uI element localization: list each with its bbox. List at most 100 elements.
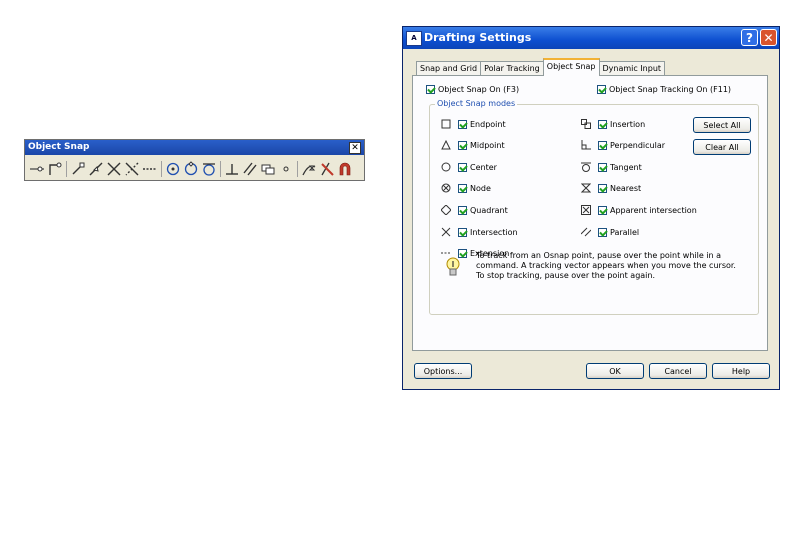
object-snap-on-label: Object Snap On (F3) — [438, 85, 520, 94]
nearest-label: Nearest — [610, 183, 642, 193]
mode-perpendicular[interactable]: Perpendicular — [580, 139, 665, 151]
insertion-icon — [580, 118, 592, 130]
app-icon: A — [406, 31, 422, 46]
quadrant-icon[interactable] — [183, 161, 199, 177]
tangent-label: Tangent — [610, 162, 642, 172]
parallel-label: Parallel — [610, 227, 640, 237]
tip-line: To stop tracking, pause over the point a… — [476, 271, 656, 280]
object-snap-on-checkbox[interactable] — [426, 85, 435, 94]
center-label: Center — [470, 162, 497, 172]
node-label: Node — [470, 183, 491, 193]
object-snap-panel: Object Snap On (F3) Object Snap Tracking… — [412, 75, 768, 351]
center-checkbox[interactable] — [458, 162, 467, 172]
quadrant-checkbox[interactable] — [458, 205, 467, 215]
tip-line: command. A tracking vector appears when … — [476, 261, 736, 270]
mode-apparent-intersection[interactable]: Apparent intersection — [580, 204, 697, 216]
tab-dynamic-input[interactable]: Dynamic Input — [598, 61, 666, 76]
clear-all-button[interactable]: Clear All — [693, 139, 751, 155]
mode-tangent[interactable]: Tangent — [580, 161, 642, 173]
object-snap-toolbar: Object Snap ✕ — [24, 139, 365, 181]
temporary-tracking-icon[interactable] — [29, 161, 45, 177]
tangent-icon[interactable] — [201, 161, 217, 177]
osnap-settings-icon[interactable] — [337, 161, 353, 177]
nearest-checkbox[interactable] — [598, 183, 607, 193]
quadrant-label: Quadrant — [470, 205, 508, 215]
close-title-button[interactable]: ✕ — [760, 29, 777, 46]
options-button[interactable]: Options... — [414, 363, 472, 379]
perpendicular-label: Perpendicular — [610, 140, 666, 150]
snap-from-icon[interactable] — [47, 161, 63, 177]
midpoint-icon[interactable] — [88, 161, 104, 177]
mode-quadrant[interactable]: Quadrant — [440, 204, 508, 216]
toolbar-close-button[interactable]: ✕ — [349, 142, 361, 154]
perpendicular-checkbox[interactable] — [598, 140, 607, 150]
toolbar-separator — [66, 161, 67, 177]
dialog-title-bar[interactable]: A Drafting Settings ? ✕ — [403, 27, 779, 49]
apparent-intersection-label: Apparent intersection — [610, 205, 697, 215]
tip-line: To track from an Osnap point, pause over… — [476, 251, 722, 260]
toolbar-title: Object Snap — [28, 142, 90, 152]
object-snap-tracking-label: Object Snap Tracking On (F11) — [609, 85, 732, 94]
node-checkbox[interactable] — [458, 183, 467, 193]
tab-polar-tracking[interactable]: Polar Tracking — [480, 61, 544, 76]
apparent-intersection-icon — [580, 204, 592, 216]
group-label: Object Snap modes — [435, 99, 518, 108]
parallel-checkbox[interactable] — [598, 227, 607, 237]
intersection-label: Intersection — [470, 227, 518, 237]
lightbulb-icon — [446, 257, 460, 279]
mode-intersection[interactable]: Intersection — [440, 226, 518, 238]
perpendicular-icon — [580, 139, 592, 151]
midpoint-label: Midpoint — [470, 140, 505, 150]
apparent-intersection-checkbox[interactable] — [598, 205, 607, 215]
endpoint-checkbox[interactable] — [458, 119, 467, 129]
quadrant-icon — [440, 204, 452, 216]
center-icon — [440, 161, 452, 173]
object-snap-modes-group: Object Snap modes Endpoint Midpoint Cent… — [429, 99, 759, 315]
intersection-icon — [440, 226, 452, 238]
mode-parallel[interactable]: Parallel — [580, 226, 639, 238]
select-all-button[interactable]: Select All — [693, 117, 751, 133]
tangent-icon — [580, 161, 592, 173]
toolbar-separator — [220, 161, 221, 177]
object-snap-on-option[interactable]: Object Snap On (F3) — [426, 85, 519, 94]
insertion-label: Insertion — [610, 119, 646, 129]
object-snap-tracking-checkbox[interactable] — [597, 85, 606, 94]
toolbar-title-bar[interactable]: Object Snap ✕ — [25, 140, 364, 155]
mode-node[interactable]: Node — [440, 182, 491, 194]
tab-strip: Snap and Grid Polar Tracking Object Snap… — [416, 58, 666, 76]
mode-nearest[interactable]: Nearest — [580, 182, 641, 194]
insert-icon[interactable] — [260, 161, 276, 177]
tab-object-snap[interactable]: Object Snap — [542, 58, 600, 76]
midpoint-icon — [440, 139, 452, 151]
mode-midpoint[interactable]: Midpoint — [440, 139, 505, 151]
object-snap-tracking-option[interactable]: Object Snap Tracking On (F11) — [597, 85, 731, 94]
midpoint-checkbox[interactable] — [458, 140, 467, 150]
extension-icon[interactable] — [142, 161, 158, 177]
toolbar-separator — [161, 161, 162, 177]
endpoint-icon — [440, 118, 452, 130]
help-button[interactable]: Help — [712, 363, 770, 379]
mode-endpoint[interactable]: Endpoint — [440, 118, 506, 130]
ok-button[interactable]: OK — [586, 363, 644, 379]
cancel-button[interactable]: Cancel — [649, 363, 707, 379]
nearest-icon — [580, 182, 592, 194]
intersection-checkbox[interactable] — [458, 227, 467, 237]
snap-none-icon[interactable] — [319, 161, 335, 177]
nearest-icon[interactable] — [301, 161, 317, 177]
tab-snap-and-grid[interactable]: Snap and Grid — [416, 61, 482, 76]
center-icon[interactable] — [165, 161, 181, 177]
endpoint-icon[interactable] — [70, 161, 86, 177]
apparent-intersection-icon[interactable] — [124, 161, 140, 177]
tangent-checkbox[interactable] — [598, 162, 607, 172]
insertion-checkbox[interactable] — [598, 119, 607, 129]
mode-center[interactable]: Center — [440, 161, 497, 173]
perpendicular-icon[interactable] — [224, 161, 240, 177]
intersection-icon[interactable] — [106, 161, 122, 177]
node-icon[interactable] — [278, 161, 294, 177]
tip-text: To track from an Osnap point, pause over… — [476, 251, 736, 281]
parallel-icon[interactable] — [242, 161, 258, 177]
mode-insertion[interactable]: Insertion — [580, 118, 645, 130]
toolbar-icon-row — [29, 160, 355, 178]
toolbar-separator — [297, 161, 298, 177]
help-title-button[interactable]: ? — [741, 29, 758, 46]
